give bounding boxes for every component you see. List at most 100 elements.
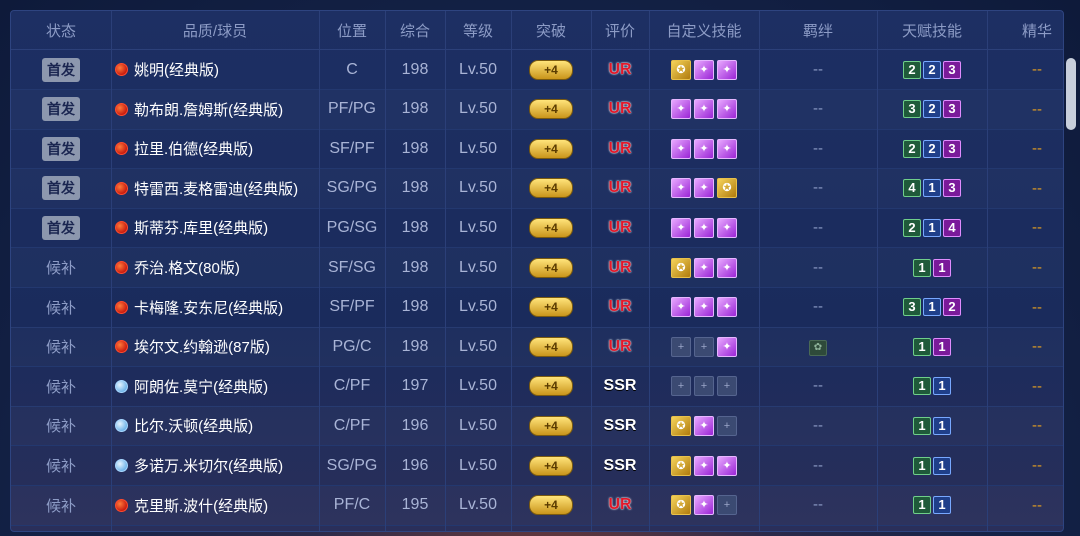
essence-value: --: [1032, 140, 1042, 158]
header-overall[interactable]: 综合: [385, 20, 445, 41]
player-position: PG/SG: [326, 218, 378, 236]
header-essence[interactable]: 精华: [987, 20, 1063, 41]
table-row[interactable]: 候补 阿朗佐.莫宁(经典版) C/PF 197 Lv.50 +4 SSR + + +…: [11, 367, 1063, 407]
custom-skill-cell: + + +: [649, 376, 759, 397]
empty-skill-slot-icon[interactable]: +: [671, 336, 691, 357]
purple-skill-icon[interactable]: ✦: [717, 138, 737, 159]
talent-level-badge: 1: [933, 377, 951, 396]
gold-skill-icon[interactable]: ✪: [671, 415, 691, 436]
player-overall: 196: [401, 416, 429, 434]
gold-skill-icon[interactable]: ✪: [671, 59, 691, 80]
gold-skill-icon[interactable]: ✪: [717, 178, 737, 199]
header-position[interactable]: 位置: [319, 20, 385, 41]
purple-skill-icon[interactable]: ✦: [694, 495, 714, 516]
header-level[interactable]: 等级: [445, 20, 511, 41]
player-name: 斯蒂芬.库里(经典版): [134, 220, 269, 238]
rating-badge: UR: [608, 298, 632, 316]
purple-skill-icon[interactable]: ✦: [694, 257, 714, 278]
empty-skill-slot-icon[interactable]: +: [717, 415, 737, 436]
breakthrough-badge: +4: [529, 297, 573, 318]
purple-skill-icon[interactable]: ✦: [694, 415, 714, 436]
breakthrough-cell: +4: [511, 138, 591, 159]
purple-skill-icon[interactable]: ✦: [694, 59, 714, 80]
gold-skill-icon[interactable]: ✪: [671, 257, 691, 278]
purple-skill-icon[interactable]: ✦: [671, 138, 691, 159]
purple-skill-icon[interactable]: ✦: [717, 99, 737, 120]
red-quality-ball-icon: [115, 142, 128, 156]
purple-skill-icon[interactable]: ✦: [694, 297, 714, 318]
table-row[interactable]: 首发 斯蒂芬.库里(经典版) PG/SG 198 Lv.50 +4 UR ✦ ✦ ✦…: [11, 208, 1063, 249]
rating-cell: UR: [591, 338, 649, 356]
breakthrough-cell: +4: [511, 376, 591, 397]
purple-skill-icon[interactable]: ✦: [671, 99, 691, 120]
purple-skill-icon[interactable]: ✦: [671, 217, 691, 238]
player-overall: 198: [401, 139, 429, 157]
player-name-cell[interactable]: 乔治.格文(80版): [111, 257, 319, 278]
header-name[interactable]: 品质/球员: [111, 20, 319, 41]
player-overall: 198: [401, 60, 429, 78]
header-custom-skill[interactable]: 自定义技能: [649, 20, 759, 41]
purple-skill-icon[interactable]: ✦: [671, 178, 691, 199]
table-row[interactable]: 候补 比尔.沃顿(经典版) C/PF 196 Lv.50 +4 SSR ✪ ✦ + …: [11, 406, 1063, 447]
rating-badge: UR: [608, 496, 632, 514]
player-name-cell[interactable]: 勒布朗.詹姆斯(经典版): [111, 99, 319, 120]
header-breakthrough[interactable]: 突破: [511, 20, 591, 41]
blue-quality-ball-icon: [115, 459, 128, 472]
table-row[interactable]: 候补 克里斯.波什(经典版) PF/C 195 Lv.50 +4 UR ✪ ✦ + …: [11, 486, 1063, 526]
bond-cell: --: [759, 298, 877, 316]
table-row[interactable]: 首发 拉里.伯德(经典版) SF/PF 198 Lv.50 +4 UR ✦ ✦ ✦ …: [11, 129, 1063, 170]
purple-skill-icon[interactable]: ✦: [717, 297, 737, 318]
gold-skill-icon[interactable]: ✪: [671, 455, 691, 476]
player-name-cell[interactable]: 斯蒂芬.库里(经典版): [111, 217, 319, 238]
player-name-cell[interactable]: 拉里.伯德(经典版): [111, 138, 319, 159]
table-row[interactable]: 候补 卡梅隆.安东尼(经典版) SF/PF 198 Lv.50 +4 UR ✦ ✦…: [11, 288, 1063, 328]
player-name-cell[interactable]: 比尔.沃顿(经典版): [111, 415, 319, 436]
purple-skill-icon[interactable]: ✦: [717, 217, 737, 238]
purple-skill-icon[interactable]: ✦: [694, 178, 714, 199]
purple-skill-icon[interactable]: ✦: [671, 297, 691, 318]
bond-icon[interactable]: ✿: [809, 340, 827, 357]
player-name-cell[interactable]: 克里斯.波什(经典版): [111, 495, 319, 516]
header-talent[interactable]: 天赋技能: [877, 20, 987, 41]
bond-value: --: [813, 377, 823, 395]
breakthrough-cell: +4: [511, 415, 591, 436]
rating-badge: UR: [608, 218, 632, 236]
purple-skill-icon[interactable]: ✦: [717, 455, 737, 476]
purple-skill-icon[interactable]: ✦: [694, 217, 714, 238]
table-row[interactable]: 首发 勒布朗.詹姆斯(经典版) PF/PG 198 Lv.50 +4 UR ✦ ✦…: [11, 90, 1063, 130]
bond-value: --: [813, 496, 823, 514]
table-row[interactable]: 首发 特雷西.麦格雷迪(经典版) SG/PG 198 Lv.50 +4 UR ✦…: [11, 169, 1063, 209]
custom-skill-cell: ✦ ✦ ✦: [649, 297, 759, 318]
header-status[interactable]: 状态: [11, 20, 111, 41]
player-name-cell[interactable]: 多诺万.米切尔(经典版): [111, 455, 319, 476]
player-name-cell[interactable]: 埃尔文.约翰逊(87版): [111, 336, 319, 357]
empty-skill-slot-icon[interactable]: +: [717, 376, 737, 397]
empty-skill-slot-icon[interactable]: +: [717, 495, 737, 516]
purple-skill-icon[interactable]: ✦: [717, 59, 737, 80]
empty-skill-slot-icon[interactable]: +: [694, 376, 714, 397]
player-name-cell[interactable]: 特雷西.麦格雷迪(经典版): [111, 178, 319, 199]
column-divider: [511, 11, 512, 531]
header-bond[interactable]: 羁绊: [759, 20, 877, 41]
status-badge: 候补: [45, 458, 76, 475]
talent-level-badge: 3: [903, 100, 921, 119]
table-row[interactable]: 候补 埃尔文.约翰逊(87版) PG/C 198 Lv.50 +4 UR + + ✦…: [11, 327, 1063, 368]
talent-level-badge: 4: [943, 218, 961, 237]
empty-skill-slot-icon[interactable]: +: [694, 336, 714, 357]
player-name-cell[interactable]: 阿朗佐.莫宁(经典版): [111, 376, 319, 397]
table-row[interactable]: 候补 多诺万.米切尔(经典版) SG/PG 196 Lv.50 +4 SSR ✪…: [11, 446, 1063, 486]
bond-cell: --: [759, 457, 877, 475]
purple-skill-icon[interactable]: ✦: [694, 138, 714, 159]
gold-skill-icon[interactable]: ✪: [671, 495, 691, 516]
purple-skill-icon[interactable]: ✦: [717, 257, 737, 278]
purple-skill-icon[interactable]: ✦: [694, 455, 714, 476]
header-rating[interactable]: 评价: [591, 20, 649, 41]
player-name-cell[interactable]: 姚明(经典版): [111, 59, 319, 80]
player-name-cell[interactable]: 卡梅隆.安东尼(经典版): [111, 297, 319, 318]
purple-skill-icon[interactable]: ✦: [717, 336, 737, 357]
purple-skill-icon[interactable]: ✦: [694, 99, 714, 120]
table-row[interactable]: 首发 姚明(经典版) C 198 Lv.50 +4 UR ✪ ✦ ✦ -- 223 …: [11, 50, 1063, 90]
table-row[interactable]: 候补 乔治.格文(80版) SF/SG 198 Lv.50 +4 UR ✪ ✦ ✦ …: [11, 248, 1063, 288]
empty-skill-slot-icon[interactable]: +: [671, 376, 691, 397]
scrollbar[interactable]: [1066, 58, 1076, 130]
